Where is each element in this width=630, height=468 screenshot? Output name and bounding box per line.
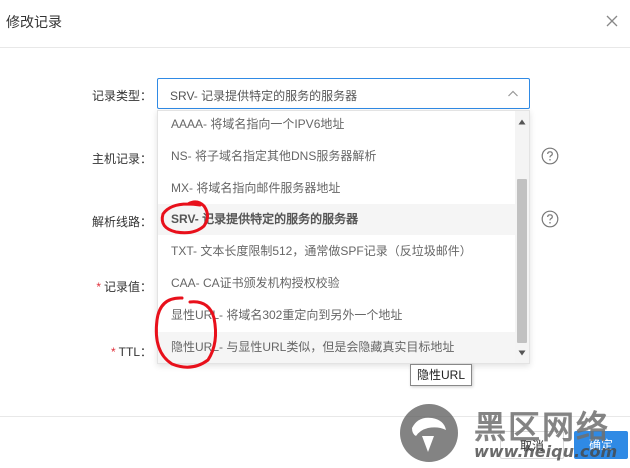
dialog-title: 修改记录 xyxy=(6,14,62,30)
dropdown-scrollbar[interactable] xyxy=(515,111,529,363)
dialog-header: 修改记录 xyxy=(0,0,630,48)
record-type-label: 记录类型： xyxy=(91,89,152,103)
record-value-label-text: 记录值： xyxy=(103,280,152,294)
triangle-down-icon[interactable] xyxy=(518,349,526,357)
question-circle-icon[interactable] xyxy=(541,210,559,228)
record-type-selected-value: SRV- 记录提供特定的服务的服务器 xyxy=(170,89,358,103)
required-star: * xyxy=(110,345,116,359)
record-value-label: * 记录值： xyxy=(72,278,152,295)
ttl-label: * TTL： xyxy=(72,343,152,360)
chevron-up-icon xyxy=(508,90,518,97)
scrollbar-thumb[interactable] xyxy=(517,179,527,343)
record-type-dropdown: AAAA- 将域名指向一个IPV6地址 NS- 将子域名指定其他DNS服务器解析… xyxy=(157,110,530,364)
line-label: 解析线路： xyxy=(91,215,152,229)
ttl-label-text: TTL： xyxy=(118,345,152,359)
dropdown-option-ns[interactable]: NS- 将子域名指定其他DNS服务器解析 xyxy=(158,141,516,172)
required-star: * xyxy=(96,280,101,294)
record-type-select[interactable]: SRV- 记录提供特定的服务的服务器 xyxy=(157,78,530,109)
dropdown-option-srv[interactable]: SRV- 记录提供特定的服务的服务器 xyxy=(158,204,516,235)
confirm-button[interactable]: 确定 xyxy=(574,431,628,459)
question-circle-icon[interactable] xyxy=(541,147,559,165)
close-icon[interactable] xyxy=(605,14,619,28)
dropdown-option-caa[interactable]: CAA- CA证书颁发机构授权校验 xyxy=(158,268,516,299)
dropdown-option-implicit-url[interactable]: 隐性URL- 与显性URL类似，但是会隐藏真实目标地址 xyxy=(158,332,516,363)
footer-divider xyxy=(0,416,630,417)
tooltip: 隐性URL xyxy=(410,364,473,386)
cancel-button[interactable]: 取消 xyxy=(500,431,564,459)
dropdown-option-aaaa[interactable]: AAAA- 将域名指向一个IPV6地址 xyxy=(158,111,516,140)
dropdown-option-explicit-url[interactable]: 显性URL- 将域名302重定向到另外一个地址 xyxy=(158,300,516,331)
dropdown-option-txt[interactable]: TXT- 文本长度限制512，通常做SPF记录（反垃圾邮件） xyxy=(158,236,516,267)
watermark-logo-icon xyxy=(400,404,458,462)
triangle-up-icon[interactable] xyxy=(518,118,526,126)
dropdown-option-mx[interactable]: MX- 将域名指向邮件服务器地址 xyxy=(158,173,516,204)
host-record-label: 主机记录： xyxy=(91,152,152,166)
